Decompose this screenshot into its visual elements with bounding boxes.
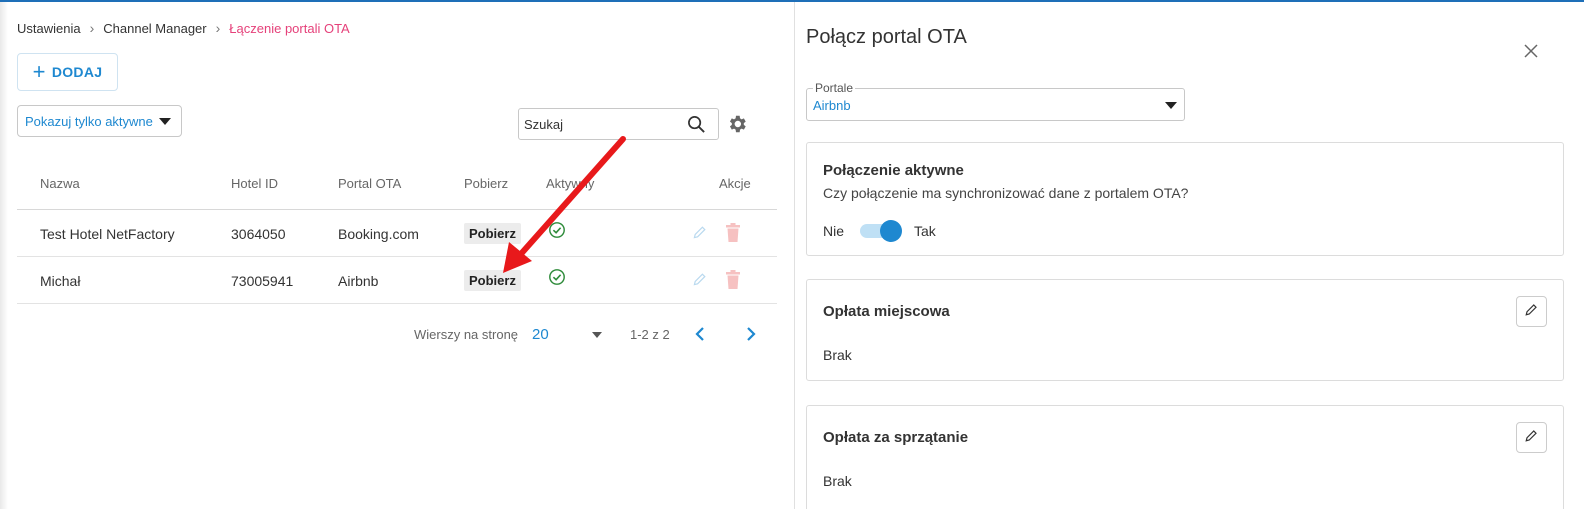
chevron-right-icon: › [89,20,95,36]
breadcrumb-item-channel-manager[interactable]: Channel Manager [103,21,206,36]
pencil-icon [1524,428,1539,448]
caret-down-icon[interactable] [592,332,602,338]
caret-down-icon [1165,102,1177,109]
pagination: Wierszy na stronę 20 1-2 z 2 [17,324,777,346]
table-row[interactable]: Michał 73005941 Airbnb Pobierz [17,257,777,304]
check-circle-icon [548,221,566,242]
portal-select-label: Portale [813,81,856,95]
trash-icon[interactable] [725,223,741,245]
search-icon[interactable] [687,115,706,139]
search-input[interactable] [524,116,684,132]
caret-down-icon [158,117,171,125]
cleaning-fee-card: Opłata za sprzątanie Brak [806,405,1564,509]
table-row[interactable]: Test Hotel NetFactory 3064050 Booking.co… [17,210,777,257]
cell-portal: Booking.com [338,226,419,242]
column-header-portal[interactable]: Portal OTA [338,176,401,191]
toggle-on-label: Tak [914,223,936,239]
pagination-range: 1-2 z 2 [630,327,670,342]
breadcrumb-current: Łączenie portali OTA [229,20,350,36]
column-header-fetch: Pobierz [464,176,509,191]
check-circle-icon [548,268,566,289]
chevron-left-icon[interactable] [694,326,706,345]
portal-select[interactable]: Portale Airbnb [806,81,1185,121]
connect-portal-drawer: Połącz portal OTA Portale Airbnb Połącze… [794,2,1584,509]
cell-portal: Airbnb [338,273,379,289]
cell-name: Test Hotel NetFactory [40,226,175,242]
fetch-button[interactable]: Pobierz [464,223,521,244]
column-header-active[interactable]: Aktywny [546,176,594,191]
cell-name: Michał [40,273,81,289]
connections-list-panel: Ustawienia › Channel Manager › Łączenie … [0,2,795,509]
cell-hotel-id: 73005941 [231,273,294,289]
connection-active-toggle[interactable] [858,220,903,242]
connection-active-title: Połączenie aktywne [823,162,964,179]
local-fee-title: Opłata miejscowa [823,303,950,320]
edit-local-fee-button[interactable] [1516,296,1547,327]
connection-active-question: Czy połączenie ma synchronizować dane z … [823,185,1189,201]
close-icon[interactable] [1524,44,1538,63]
plus-icon: + [32,59,46,84]
portal-select-value: Airbnb [813,98,851,113]
toggle-off-label: Nie [823,223,845,239]
local-fee-value: Brak [823,347,852,363]
rows-per-page-label: Wierszy na stronę [414,327,519,342]
chevron-right-icon[interactable] [745,326,757,345]
active-filter-select[interactable]: Pokazuj tylko aktywne [17,105,182,137]
edit-cleaning-fee-button[interactable] [1516,422,1547,453]
breadcrumb: Ustawienia › Channel Manager › Łączenie … [17,20,350,36]
add-button[interactable]: + DODAJ [17,53,118,91]
column-header-hotel-id[interactable]: Hotel ID [231,176,278,191]
rows-per-page-select[interactable]: 20 [532,326,549,343]
trash-icon[interactable] [725,270,741,292]
table-header: Nazwa Hotel ID Portal OTA Pobierz Aktywn… [17,162,777,210]
connection-active-card: Połączenie aktywne Czy połączenie ma syn… [806,142,1564,256]
column-header-actions: Akcje [719,176,751,191]
drawer-title: Połącz portal OTA [806,26,967,48]
cell-hotel-id: 3064050 [231,226,286,242]
column-header-name[interactable]: Nazwa [40,176,80,191]
gear-icon[interactable] [726,113,748,140]
active-filter-value: Pokazuj tylko aktywne [25,113,153,129]
pencil-icon [1524,302,1539,322]
breadcrumb-item-settings[interactable]: Ustawienia [17,21,81,36]
cleaning-fee-value: Brak [823,473,852,489]
connections-table: Nazwa Hotel ID Portal OTA Pobierz Aktywn… [17,162,777,304]
fetch-button[interactable]: Pobierz [464,270,521,291]
add-button-label: DODAJ [51,64,103,80]
edit-icon[interactable] [692,224,708,243]
edit-icon[interactable] [692,271,708,290]
chevron-right-icon: › [215,20,221,36]
connection-toggle-row: Nie Tak [823,220,936,242]
local-fee-card: Opłata miejscowa Brak [806,279,1564,381]
toggle-knob [880,220,903,242]
cleaning-fee-title: Opłata za sprzątanie [823,429,969,446]
search-box [518,108,719,140]
